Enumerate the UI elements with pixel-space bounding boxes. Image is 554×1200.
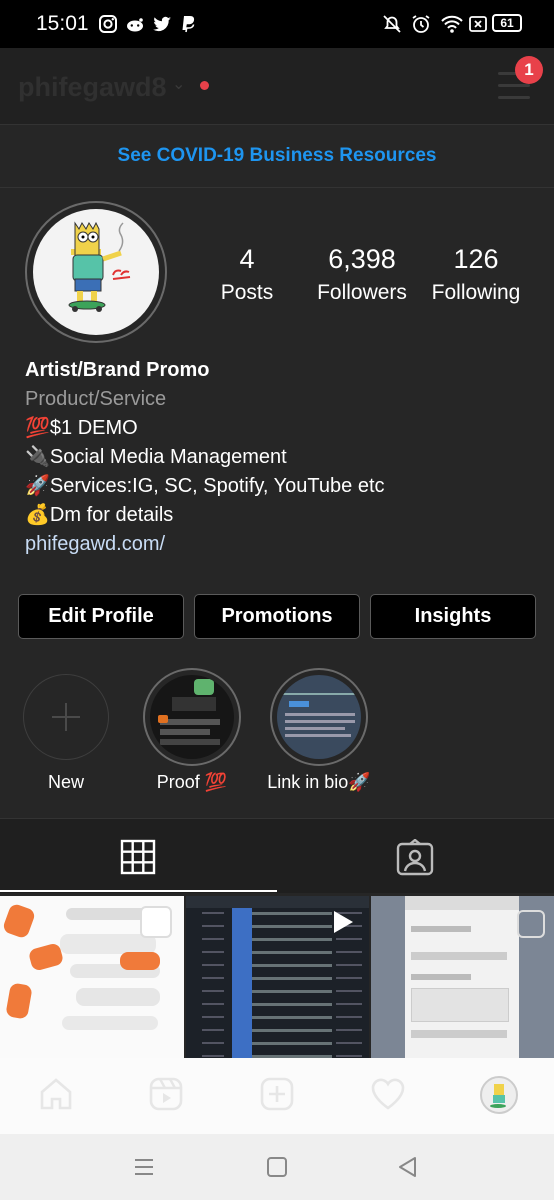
insights-button[interactable]: Insights (370, 594, 536, 639)
bio-line: 🚀Services:IG, SC, Spotify, YouTube etc (25, 475, 385, 497)
profile-name: Artist/Brand Promo (25, 359, 210, 381)
screen-record-icon (469, 16, 487, 32)
activity-icon[interactable] (369, 1076, 407, 1112)
back-icon[interactable] (397, 1156, 419, 1178)
tagged-icon[interactable] (396, 839, 434, 877)
paypal-icon (182, 16, 195, 33)
reddit-icon (127, 18, 143, 32)
profile-tabs (0, 818, 554, 893)
profile-header: phifegawd8 ⌄ 1 (0, 48, 554, 125)
profile-avatar[interactable] (480, 1076, 518, 1114)
bart-character-illustration (68, 221, 131, 312)
username-switcher[interactable]: phifegawd8 (18, 72, 167, 103)
bio-line: 💯$1 DEMO (25, 417, 138, 439)
followers-count: 6,398 (328, 244, 396, 274)
grid-icon[interactable] (120, 839, 156, 875)
battery-icon: 61 (492, 14, 522, 32)
status-bar: 15:01 61 (0, 0, 554, 48)
status-time: 15:01 (36, 12, 89, 35)
account-notification-dot (200, 81, 209, 90)
covid-banner: See COVID-19 Business Resources (0, 125, 554, 188)
active-tab-indicator (0, 890, 277, 892)
bottom-navigation (0, 1058, 554, 1134)
highlight-proof[interactable] (143, 668, 241, 766)
twitter-icon (153, 16, 171, 32)
home-icon[interactable] (38, 1076, 74, 1112)
home-circle-icon[interactable] (266, 1156, 288, 1178)
bio-line: 🔌Social Media Management (25, 446, 287, 468)
new-post-icon[interactable] (259, 1076, 295, 1112)
highlight-label-new: New (47, 772, 84, 792)
highlight-link-in-bio[interactable] (270, 668, 368, 766)
reels-icon[interactable] (148, 1076, 184, 1112)
profile-category: Product/Service (25, 388, 167, 410)
edit-profile-button[interactable]: Edit Profile (18, 594, 184, 639)
post-thumbnail[interactable] (0, 896, 184, 1058)
multi-photo-icon (517, 910, 545, 938)
website-link[interactable]: phifegawd.com/ (25, 530, 535, 559)
promotions-button[interactable]: Promotions (194, 594, 360, 639)
wifi-icon (441, 15, 463, 33)
post-thumbnail[interactable] (186, 896, 369, 1058)
play-icon (334, 911, 353, 933)
bio-line: 💰Dm for details (25, 504, 174, 526)
system-navigation (0, 1134, 554, 1200)
posts-label: Posts (220, 281, 274, 304)
posts-stat[interactable]: 4 Posts (207, 244, 287, 305)
battery-level: 61 (500, 16, 514, 30)
highlight-proof-thumbnail (150, 675, 234, 759)
covid-resources-link[interactable]: See COVID-19 Business Resources (0, 145, 554, 167)
following-count: 126 (453, 244, 499, 274)
highlight-link-thumbnail (277, 675, 361, 759)
highlight-label-proof: Proof 💯 (156, 772, 228, 792)
following-label: Following (431, 281, 521, 304)
followers-stat[interactable]: 6,398 Followers (306, 244, 418, 305)
notification-badge: 1 (515, 56, 543, 84)
avatar-thumbnail (490, 1084, 506, 1108)
followers-label: Followers (317, 281, 407, 304)
recents-icon[interactable] (133, 1156, 155, 1178)
highlight-label-link-in-bio: Link in bio🚀 (267, 772, 371, 792)
multi-photo-icon (140, 906, 172, 938)
following-stat[interactable]: 126 Following (422, 244, 530, 305)
mute-icon (383, 15, 401, 33)
post-thumbnail[interactable] (371, 896, 554, 1058)
plus-icon (52, 703, 80, 731)
chevron-down-icon[interactable]: ⌄ (172, 74, 185, 94)
new-highlight-button[interactable] (23, 674, 109, 760)
profile-bio: Artist/Brand Promo Product/Service 💯$1 D… (25, 356, 535, 559)
profile-avatar[interactable] (33, 209, 159, 335)
posts-count: 4 (239, 244, 255, 274)
instagram-icon (99, 15, 117, 33)
alarm-icon (412, 15, 430, 33)
